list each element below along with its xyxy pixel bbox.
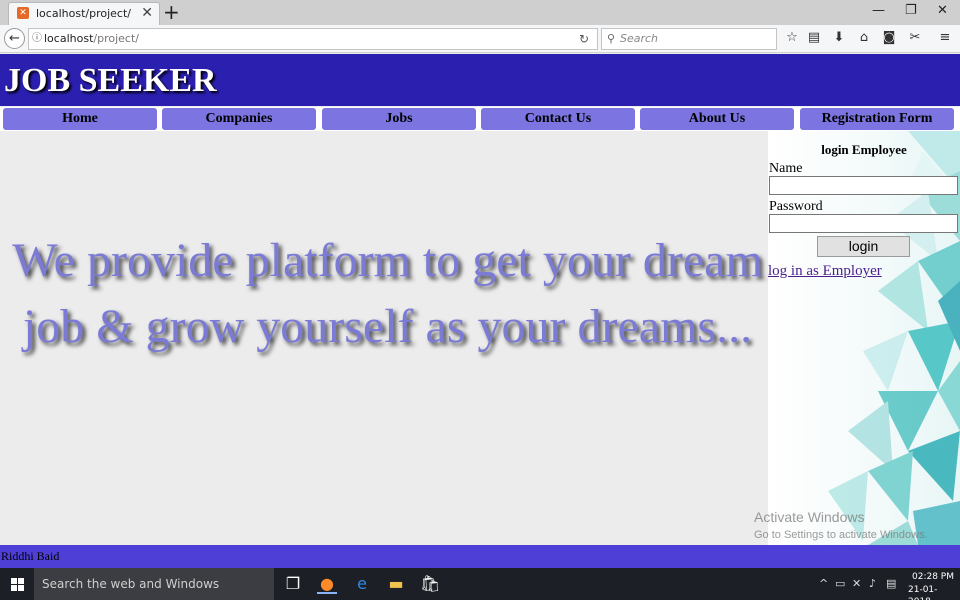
login-button[interactable]: login [817, 236, 910, 257]
password-input[interactable] [769, 214, 958, 233]
url-host: localhost [44, 32, 94, 45]
login-title: login Employee [821, 142, 907, 157]
main-nav: Home Companies Jobs Contact Us About Us … [0, 107, 960, 131]
action-center-icon[interactable]: ▤ [886, 577, 896, 591]
firefox-icon[interactable]: ● [317, 574, 337, 594]
download-icon[interactable]: ⬇ [831, 30, 847, 46]
nav-companies[interactable]: Companies [162, 108, 316, 130]
show-hidden-icons-icon[interactable]: ^ [819, 577, 828, 591]
bookmark-star-icon[interactable]: ☆ [784, 30, 800, 46]
nav-about-us[interactable]: About Us [640, 108, 794, 130]
login-panel: login Employee Name Password login log i… [768, 131, 960, 545]
site-header: JOB SEEKER [0, 54, 960, 106]
edge-icon[interactable]: e [352, 574, 372, 594]
menu-hamburger-icon[interactable]: ≡ [937, 30, 953, 46]
password-label: Password [769, 199, 823, 214]
site-info-icon[interactable]: ⓘ [32, 32, 42, 46]
browser-search-input[interactable]: ⚲ Search [601, 28, 777, 50]
browser-tab-strip: ✕ localhost/project/ ✕ + — ❐ ✕ [0, 0, 960, 25]
network-icon[interactable]: ✕ [852, 577, 861, 591]
new-tab-button[interactable]: + [163, 1, 180, 23]
site-footer: Riddhi Baid [0, 545, 960, 568]
search-placeholder: Search [620, 32, 659, 45]
task-view-icon[interactable]: ❐ [283, 574, 303, 594]
pocket-icon[interactable]: ◙ [881, 30, 897, 46]
nav-registration[interactable]: Registration Form [800, 108, 954, 130]
clock-time[interactable]: 02:28 PM [912, 571, 954, 583]
windows-start-icon[interactable] [0, 568, 34, 600]
name-input[interactable] [769, 176, 958, 195]
xampp-icon: ✕ [17, 7, 29, 19]
search-icon: ⚲ [607, 32, 616, 45]
store-icon[interactable]: 🛍 [420, 574, 440, 594]
reading-list-icon[interactable]: ▤ [806, 30, 822, 46]
restore-icon[interactable]: ❐ [905, 2, 917, 20]
volume-icon[interactable]: ♪ [869, 577, 876, 591]
footer-author: Riddhi Baid [1, 549, 60, 563]
home-icon[interactable]: ⌂ [856, 30, 872, 46]
site-title: JOB SEEKER [4, 62, 217, 99]
nav-jobs[interactable]: Jobs [322, 108, 476, 130]
activate-windows-watermark: Activate Windows [754, 509, 865, 525]
nav-contact-us[interactable]: Contact Us [481, 108, 635, 130]
name-label: Name [769, 161, 803, 176]
url-text: localhost/project/ [44, 32, 139, 46]
clock-date[interactable]: 21-01-2018 [908, 584, 960, 600]
browser-tab[interactable]: ✕ localhost/project/ ✕ [8, 2, 160, 25]
back-arrow-icon[interactable]: ← [4, 28, 25, 49]
hero-tagline: We provide platform to get your dream jo… [12, 234, 763, 353]
address-bar[interactable]: ⓘ localhost/project/ ↻ [28, 28, 598, 50]
taskbar-search-placeholder: Search the web and Windows [42, 577, 220, 591]
windows-taskbar: Search the web and Windows ❐ ● e ▬ 🛍 ^ ▭… [0, 568, 960, 600]
file-explorer-icon[interactable]: ▬ [386, 574, 406, 594]
hero-section: We provide platform to get your dream jo… [0, 131, 768, 545]
close-window-icon[interactable]: ✕ [937, 2, 948, 20]
tab-close-icon[interactable]: ✕ [141, 5, 153, 21]
url-path: /project/ [93, 32, 139, 45]
tab-title: localhost/project/ [36, 7, 131, 20]
taskbar-search-input[interactable]: Search the web and Windows [34, 568, 274, 600]
battery-icon[interactable]: ▭ [835, 577, 845, 591]
minimize-icon[interactable]: — [872, 2, 885, 20]
nav-home[interactable]: Home [3, 108, 157, 130]
extension-icon[interactable]: ✂ [907, 30, 923, 46]
activate-windows-hint: Go to Settings to activate Windows. [754, 529, 928, 541]
employer-login-link[interactable]: log in as Employer [768, 262, 882, 280]
reload-icon[interactable]: ↻ [579, 31, 589, 47]
